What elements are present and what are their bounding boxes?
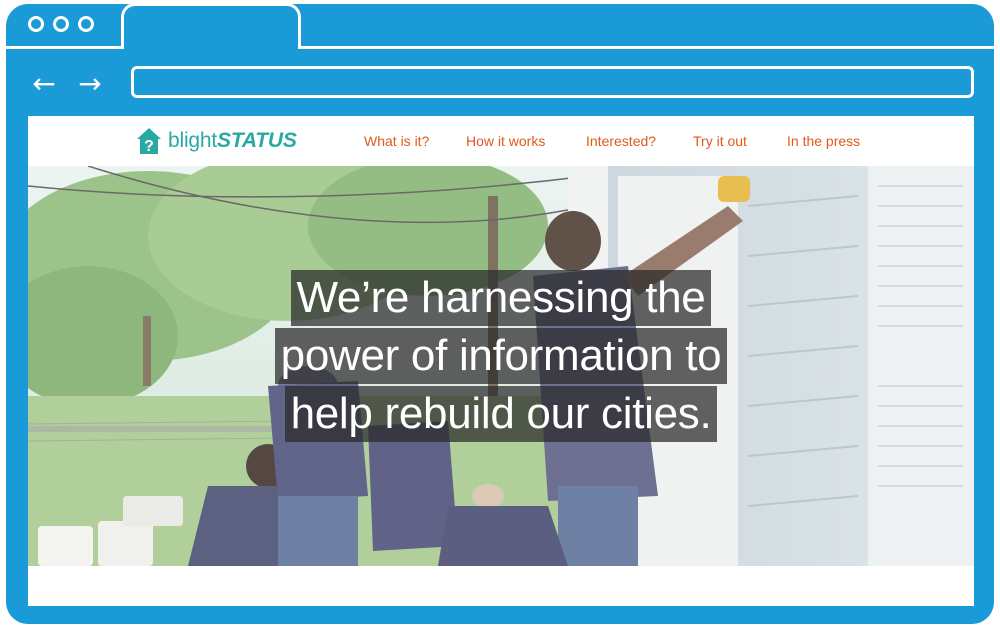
nav-in-the-press[interactable]: In the press xyxy=(787,133,860,149)
tab-strip-line-left xyxy=(6,46,124,49)
nav-how-it-works[interactable]: How it works xyxy=(466,133,545,149)
arrow-right-icon[interactable]: → xyxy=(74,69,106,99)
window-close-dot[interactable] xyxy=(28,16,44,32)
window-maximize-dot[interactable] xyxy=(78,16,94,32)
window-minimize-dot[interactable] xyxy=(53,16,69,32)
nav-try-it-out[interactable]: Try it out xyxy=(693,133,747,149)
hero-headline: We’re harnessing the power of informatio… xyxy=(28,269,974,443)
nav-interested[interactable]: Interested? xyxy=(586,133,656,149)
browser-chrome: ← → ? blightSTATUS What is it? How it wo… xyxy=(6,3,994,624)
page-viewport: ? blightSTATUS What is it? How it works … xyxy=(28,116,974,606)
hero-banner: We’re harnessing the power of informatio… xyxy=(28,166,974,566)
site-nav-menu: What is it? How it works Interested? Try… xyxy=(28,116,974,166)
tab-strip-line-right xyxy=(298,46,994,49)
hero-headline-line-1: We’re harnessing the xyxy=(290,270,712,326)
hero-headline-line-3: help rebuild our cities. xyxy=(284,386,718,442)
browser-tab[interactable] xyxy=(121,3,301,49)
arrow-left-icon[interactable]: ← xyxy=(28,69,60,99)
hero-headline-line-2: power of information to xyxy=(274,328,728,384)
nav-what-is-it[interactable]: What is it? xyxy=(364,133,429,149)
site-header: ? blightSTATUS What is it? How it works … xyxy=(28,116,974,167)
browser-window-illustration: ← → ? blightSTATUS What is it? How it wo… xyxy=(0,0,1000,630)
address-bar[interactable] xyxy=(131,66,974,98)
